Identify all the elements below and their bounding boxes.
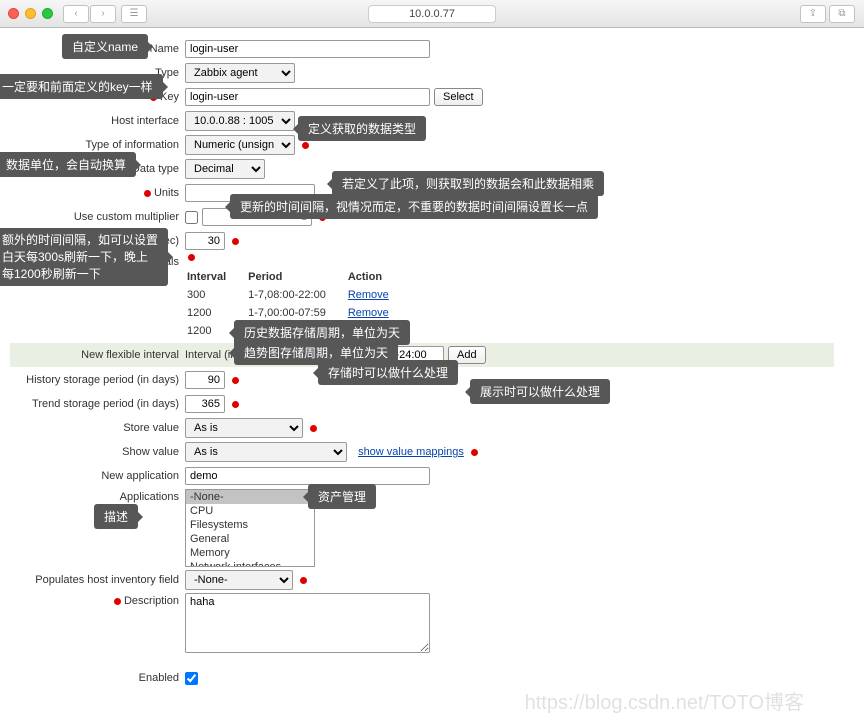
label-custom-mult: Use custom multiplier xyxy=(10,211,185,223)
label-key: Key xyxy=(160,91,179,103)
label-enabled: Enabled xyxy=(10,672,185,684)
host-interface-select[interactable]: 10.0.0.88 : 10050 xyxy=(185,111,295,131)
callout-flexible: 额外的时间间隔，如可以设置白天每300s刷新一下，晚上每1200秒刷新一下 xyxy=(0,228,168,286)
remove-link[interactable]: Remove xyxy=(348,289,389,301)
anno-dot xyxy=(232,377,239,384)
label-type-info: Type of information xyxy=(10,139,185,151)
forward-button[interactable]: › xyxy=(90,5,116,23)
cell-interval: 300 xyxy=(187,287,246,303)
trend-input[interactable] xyxy=(185,395,225,413)
data-type-select[interactable]: Decimal xyxy=(185,159,265,179)
share-button[interactable]: ⇪ xyxy=(800,5,826,23)
cell-period: 1-7,00:00-07:59 xyxy=(248,305,346,321)
show-value-mappings-link[interactable]: show value mappings xyxy=(358,446,464,458)
callout-key: 一定要和前面定义的key一样 xyxy=(0,74,163,99)
list-item[interactable]: CPU xyxy=(186,504,314,518)
remove-link[interactable]: Remove xyxy=(348,307,389,319)
watermark: https://blog.csdn.net/TOTO博客 xyxy=(525,686,804,715)
list-item[interactable]: Network interfaces xyxy=(186,560,314,567)
description-textarea[interactable] xyxy=(185,593,430,653)
anno-dot xyxy=(144,190,151,197)
custom-mult-checkbox[interactable] xyxy=(185,211,198,224)
applications-listbox[interactable]: -None-CPUFilesystemsGeneralMemoryNetwork… xyxy=(185,489,315,567)
type-info-select[interactable]: Numeric (unsigned) xyxy=(185,135,295,155)
key-input[interactable] xyxy=(185,88,430,106)
populates-select[interactable]: -None- xyxy=(185,570,293,590)
minimize-icon[interactable] xyxy=(25,8,36,19)
new-app-input[interactable] xyxy=(185,467,430,485)
history-input[interactable] xyxy=(185,371,225,389)
callout-desc: 描述 xyxy=(94,504,138,529)
label-show-value: Show value xyxy=(10,446,185,458)
anno-dot xyxy=(232,238,239,245)
anno-dot xyxy=(300,577,307,584)
anno-dot xyxy=(232,401,239,408)
anno-dot xyxy=(302,142,309,149)
col-action: Action xyxy=(348,269,409,285)
store-value-select[interactable]: As is xyxy=(185,418,303,438)
label-new-app: New application xyxy=(10,470,185,482)
update-interval-input[interactable] xyxy=(185,232,225,250)
type-select[interactable]: Zabbix agent xyxy=(185,63,295,83)
cell-interval: 1200 xyxy=(187,305,246,321)
label-populates: Populates host inventory field xyxy=(10,574,185,586)
label-new-flex: New flexible interval xyxy=(10,349,185,361)
address-bar[interactable]: 10.0.0.77 xyxy=(368,5,496,23)
anno-dot xyxy=(114,598,121,605)
form-content: 自定义name 一定要和前面定义的key一样 定义获取的数据类型 数据单位，会自… xyxy=(0,28,864,721)
label-trend: Trend storage period (in days) xyxy=(10,398,185,410)
label-history: History storage period (in days) xyxy=(10,374,185,386)
table-row: 12001-7,00:00-07:59Remove xyxy=(187,305,409,321)
callout-show: 展示时可以做什么处理 xyxy=(470,379,610,404)
name-input[interactable] xyxy=(185,40,430,58)
enabled-checkbox[interactable] xyxy=(185,672,198,685)
show-value-select[interactable]: As is xyxy=(185,442,347,462)
callout-units: 数据单位，会自动换算 xyxy=(0,152,136,177)
col-period: Period xyxy=(248,269,346,285)
label-units: Units xyxy=(154,187,179,199)
table-row: 3001-7,08:00-22:00Remove xyxy=(187,287,409,303)
maximize-icon[interactable] xyxy=(42,8,53,19)
back-button[interactable]: ‹ xyxy=(63,5,89,23)
label-host-interface: Host interface xyxy=(10,115,185,127)
callout-name: 自定义name xyxy=(62,34,148,59)
label-apps: Applications xyxy=(10,489,185,503)
list-item[interactable]: General xyxy=(186,532,314,546)
sidebar-button[interactable]: ☰ xyxy=(121,5,147,23)
callout-update: 更新的时间间隔，视情况而定，不重要的数据时间间隔设置长一点 xyxy=(230,194,598,219)
col-interval: Interval xyxy=(187,269,246,285)
browser-chrome: ‹ › ☰ 10.0.0.77 ⇪ ⧉ xyxy=(0,0,864,28)
tabs-button[interactable]: ⧉ xyxy=(829,5,855,23)
list-item[interactable]: -None- xyxy=(186,490,314,504)
callout-inventory: 资产管理 xyxy=(308,484,376,509)
anno-dot xyxy=(188,254,195,261)
label-description: Description xyxy=(124,595,179,607)
list-item[interactable]: Filesystems xyxy=(186,518,314,532)
label-store-value: Store value xyxy=(10,422,185,434)
cell-period: 1-7,08:00-22:00 xyxy=(248,287,346,303)
callout-multiplier: 若定义了此项，则获取到的数据会和此数据相乘 xyxy=(332,171,604,196)
close-icon[interactable] xyxy=(8,8,19,19)
anno-dot xyxy=(471,449,478,456)
window-controls xyxy=(8,8,53,19)
select-button[interactable]: Select xyxy=(434,88,483,106)
anno-dot xyxy=(310,425,317,432)
list-item[interactable]: Memory xyxy=(186,546,314,560)
callout-typeinfo: 定义获取的数据类型 xyxy=(298,116,426,141)
callout-store: 存储时可以做什么处理 xyxy=(318,360,458,385)
